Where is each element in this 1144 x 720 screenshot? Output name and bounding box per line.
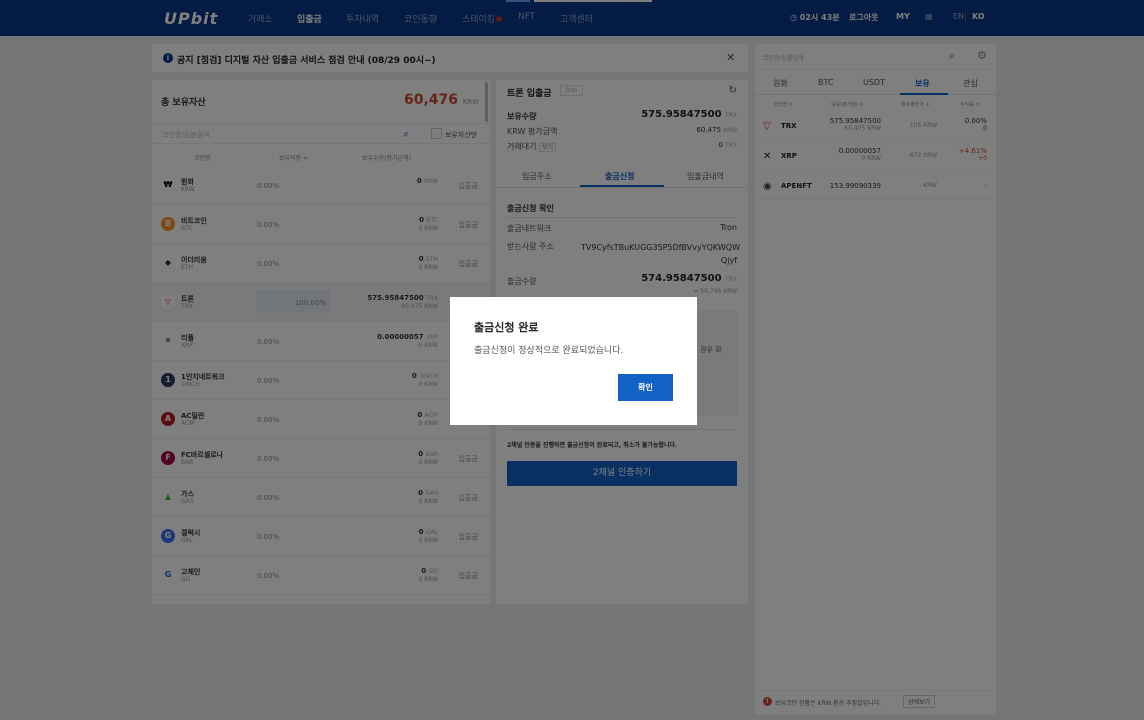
withdraw-complete-dialog: 출금신청 완료 출금신청이 정상적으로 완료되었습니다. 확인 — [450, 297, 697, 425]
dialog-message: 출금신청이 정상적으로 완료되었습니다. — [474, 346, 624, 356]
dialog-title: 출금신청 완료 — [474, 321, 539, 334]
confirm-button[interactable]: 확인 — [618, 374, 673, 401]
